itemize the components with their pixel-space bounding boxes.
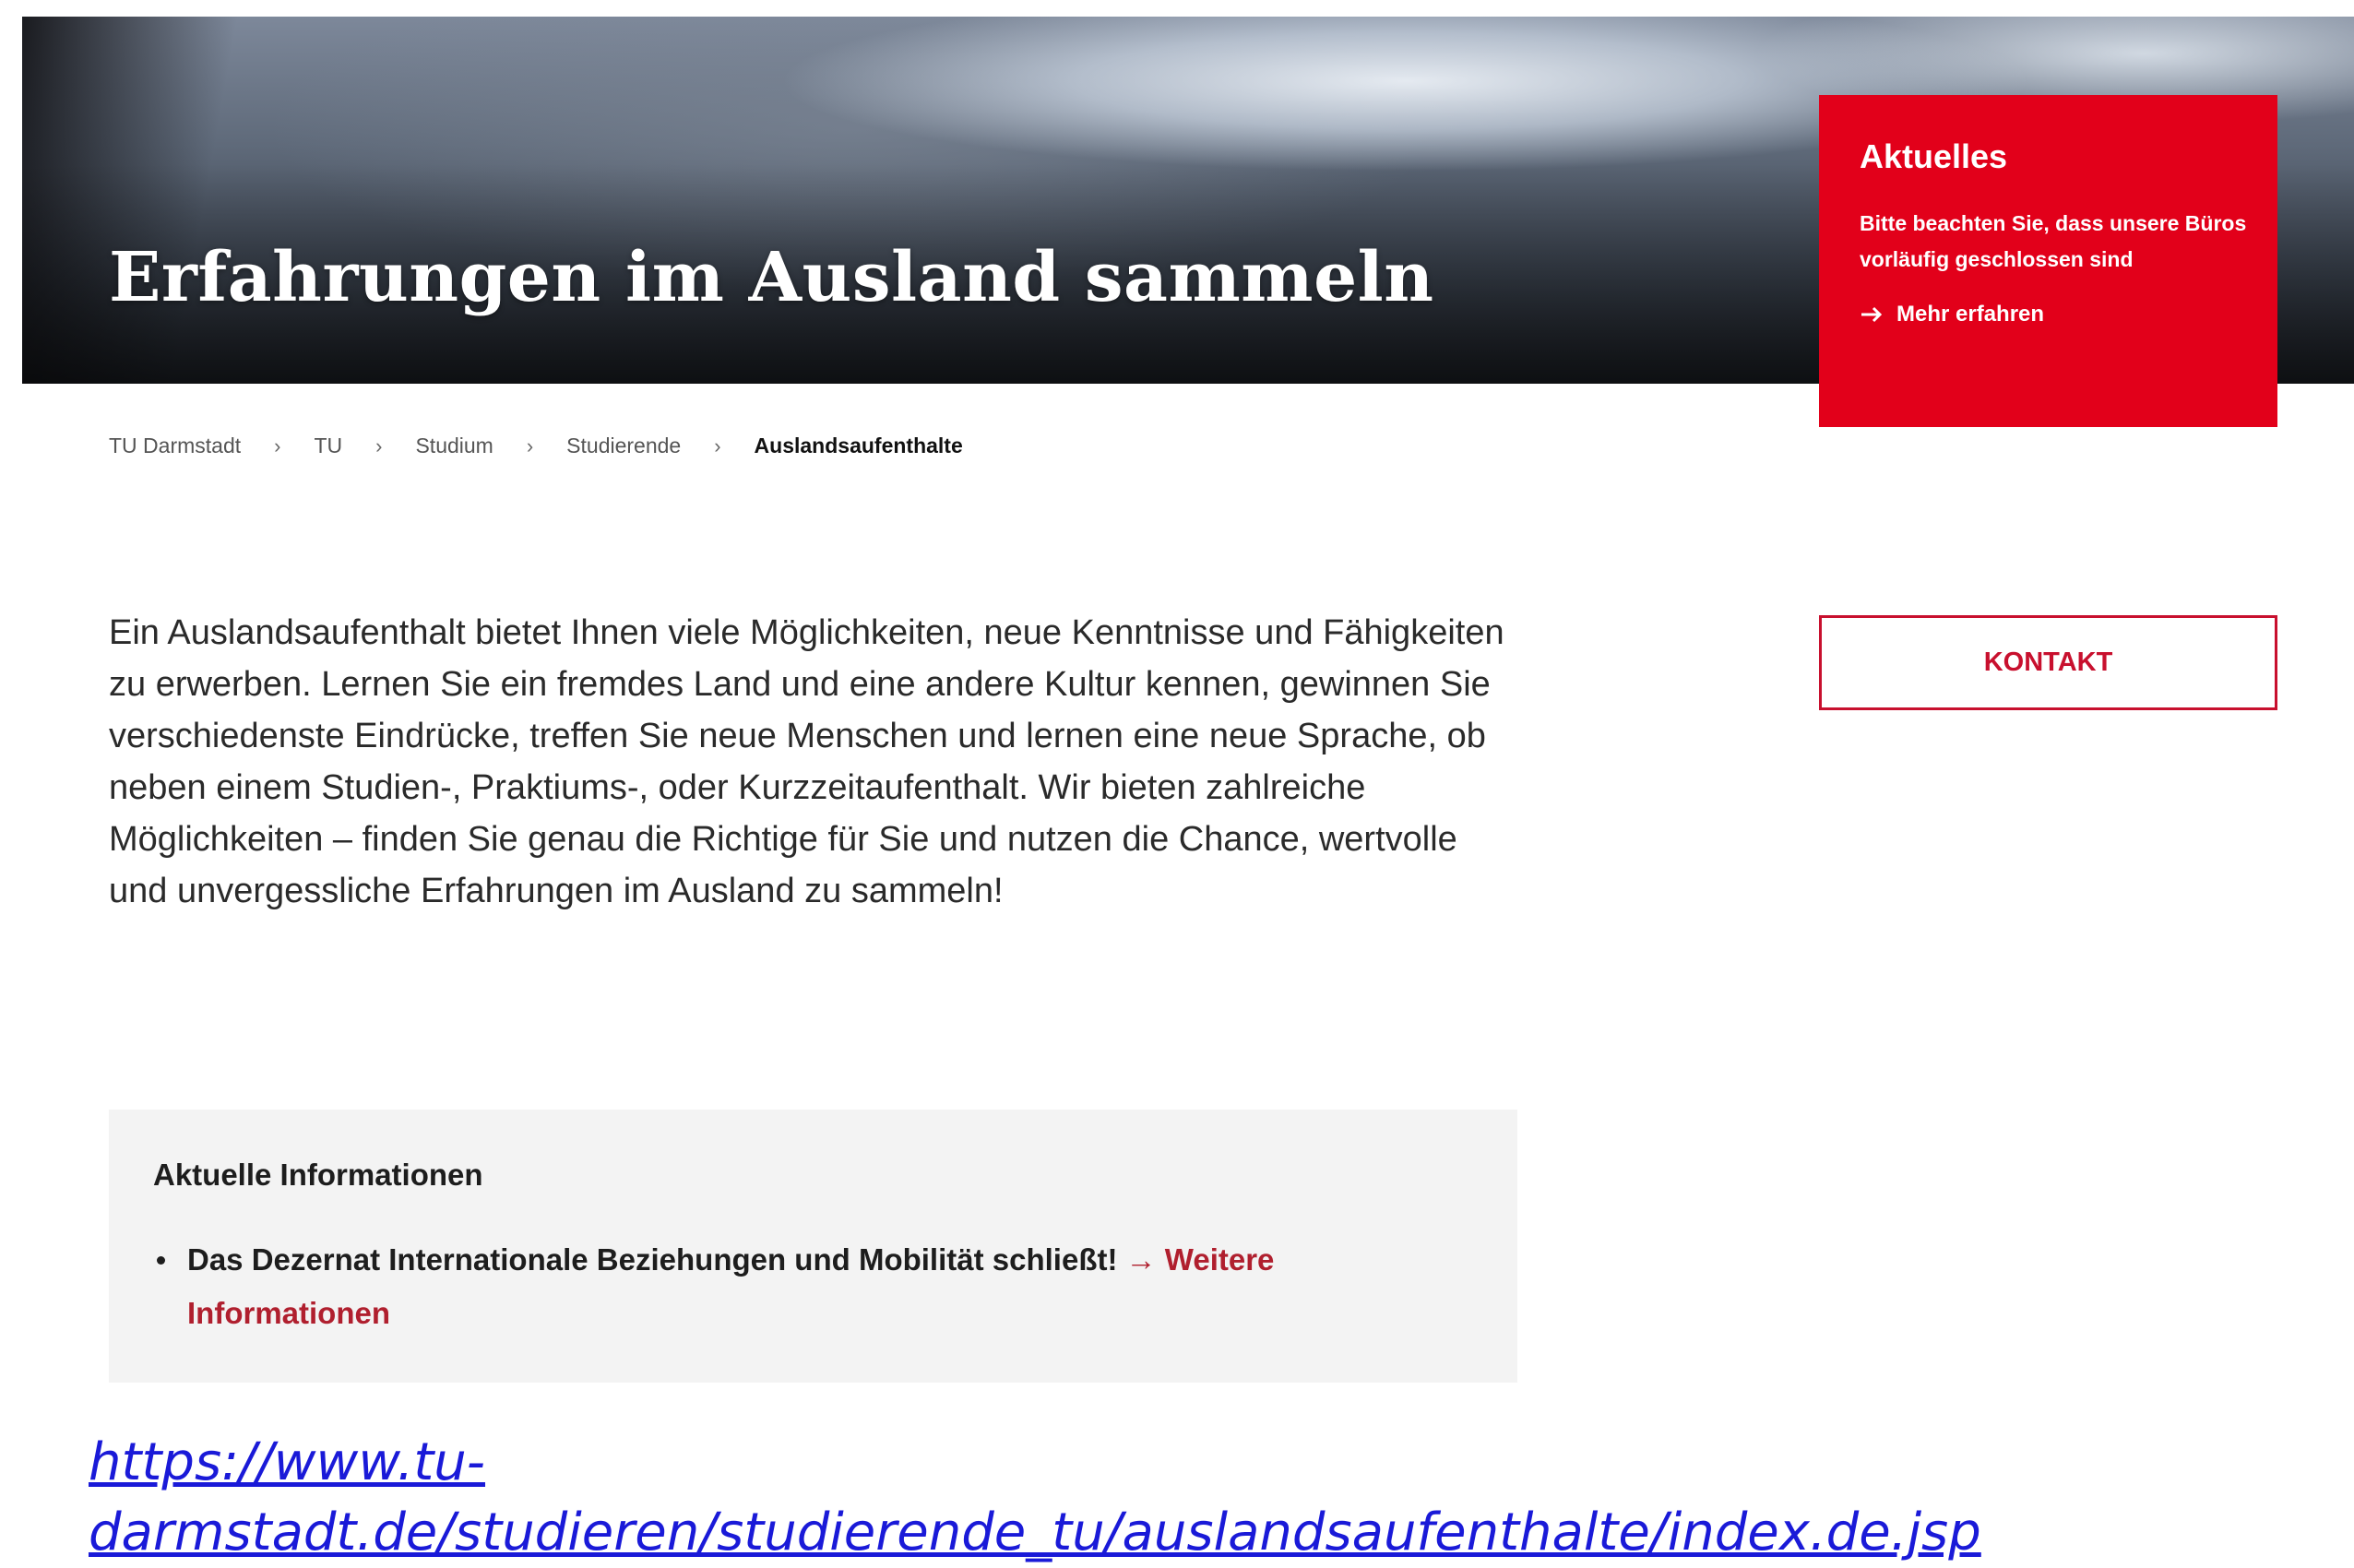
contact-button[interactable]: KONTAKT bbox=[1819, 615, 2277, 710]
breadcrumb-item-studierende[interactable]: Studierende bbox=[566, 434, 681, 458]
info-box: Aktuelle Informationen Das Dezernat Inte… bbox=[109, 1110, 1517, 1383]
breadcrumb-separator: › bbox=[526, 434, 534, 457]
news-text: Bitte beachten Sie, dass unsere Büros vo… bbox=[1860, 211, 2247, 271]
page-title: Erfahrungen im Ausland sammeln bbox=[109, 238, 1434, 317]
info-item-text: Das Dezernat Internationale Beziehungen … bbox=[187, 1242, 1118, 1277]
news-more-link[interactable]: Mehr erfahren bbox=[1860, 302, 2237, 327]
bullet-icon bbox=[157, 1256, 165, 1265]
breadcrumb: TU Darmstadt › TU › Studium › Studierend… bbox=[109, 434, 963, 458]
page-url-link[interactable]: https://www.tu-darmstadt.de/studieren/st… bbox=[89, 1428, 2210, 1568]
breadcrumb-item-current: Auslandsaufenthalte bbox=[754, 434, 963, 457]
intro-paragraph: Ein Auslandsaufenthalt bietet Ihnen viel… bbox=[109, 613, 1504, 910]
breadcrumb-item-studium[interactable]: Studium bbox=[415, 434, 493, 458]
info-heading: Aktuelle Informationen bbox=[153, 1158, 483, 1192]
breadcrumb-separator: › bbox=[714, 434, 721, 457]
breadcrumb-separator: › bbox=[274, 434, 281, 457]
breadcrumb-item-tu[interactable]: TU bbox=[314, 434, 342, 458]
breadcrumb-item-tu-darmstadt[interactable]: TU Darmstadt bbox=[109, 434, 241, 458]
news-heading: Aktuelles bbox=[1860, 137, 2008, 175]
arrow-right-icon bbox=[1860, 306, 1884, 323]
breadcrumb-separator: › bbox=[375, 434, 383, 457]
news-box: Aktuelles Bitte beachten Sie, dass unser… bbox=[1819, 95, 2277, 427]
news-more-label: Mehr erfahren bbox=[1896, 302, 2045, 327]
info-list-item: Das Dezernat Internationale Beziehungen … bbox=[153, 1233, 1368, 1340]
arrow-right-icon: → bbox=[1125, 1242, 1157, 1277]
